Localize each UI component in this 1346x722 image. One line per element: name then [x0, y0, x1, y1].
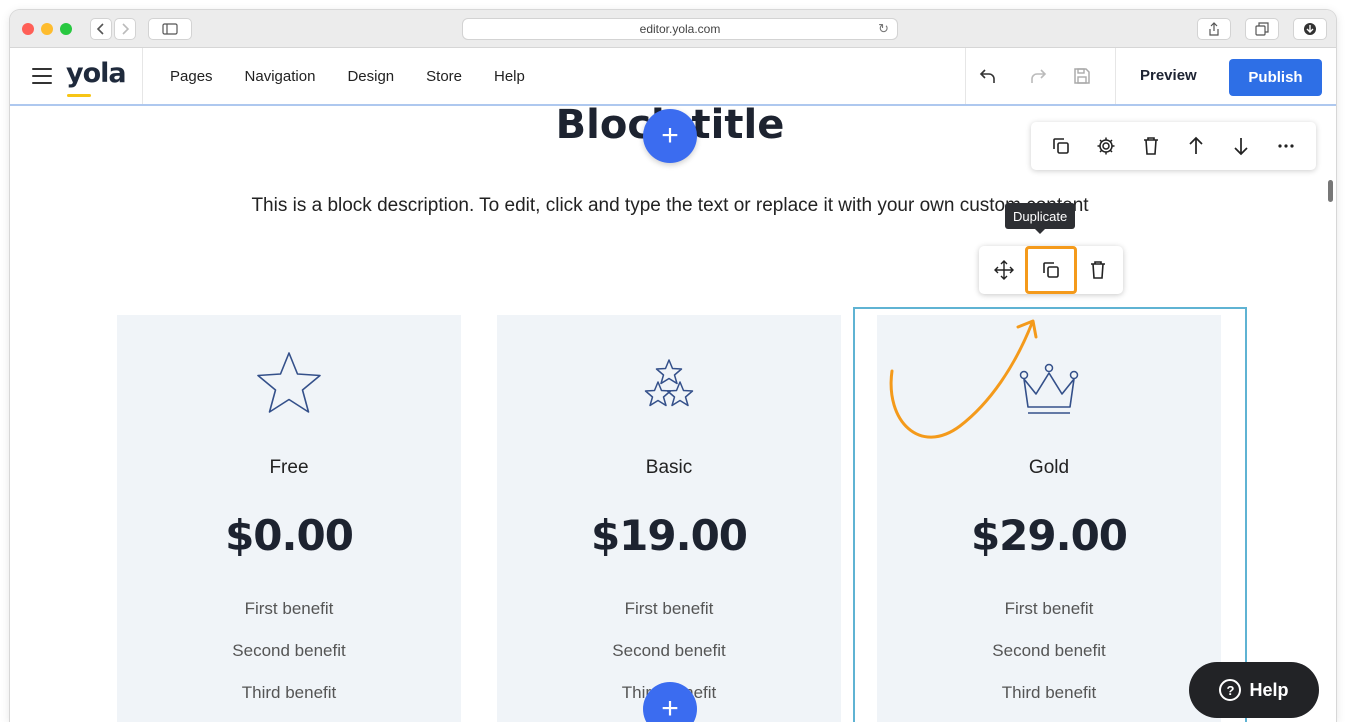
benefit-item: Second benefit: [612, 641, 726, 660]
downloads-button[interactable]: [1293, 18, 1327, 40]
help-label: Help: [1249, 679, 1289, 700]
benefit-item: First benefit: [244, 599, 334, 618]
nav-help[interactable]: Help: [494, 68, 525, 85]
sidebar-toggle-button[interactable]: [148, 18, 192, 40]
gear-icon[interactable]: [1092, 132, 1120, 160]
pricing-card-free[interactable]: Free $0.00 First benefit Second benefit …: [117, 315, 461, 722]
scrollbar[interactable]: [1328, 180, 1333, 202]
pricing-card-basic[interactable]: Basic $19.00 First benefit Second benefi…: [497, 315, 841, 722]
plan-price: $19.00: [590, 511, 748, 560]
editor-canvas: Block title + This is a block descriptio…: [10, 106, 1336, 722]
help-button[interactable]: ? Help: [1189, 662, 1319, 718]
duplicate-icon[interactable]: [1047, 132, 1075, 160]
arrow-up-icon[interactable]: [1182, 132, 1210, 160]
redo-icon: [1031, 69, 1047, 83]
chevron-right-icon: [122, 23, 130, 35]
editor-toolbar: yola Pages Navigation Design Store Help …: [10, 48, 1336, 106]
minimize-window-button[interactable]: [41, 23, 53, 35]
block-toolbar: [1031, 122, 1316, 170]
browser-window: editor.yola.com ↻ yola Pages Navigation …: [10, 10, 1336, 722]
item-toolbar: [979, 246, 1123, 294]
nav-navigation[interactable]: Navigation: [245, 68, 316, 85]
save-button[interactable]: [1070, 64, 1094, 88]
logo-accent: [67, 94, 91, 97]
preview-button[interactable]: Preview: [1140, 67, 1197, 84]
url-text: editor.yola.com: [639, 22, 721, 36]
more-icon[interactable]: [1272, 132, 1300, 160]
star-icon: [117, 349, 461, 419]
forward-button[interactable]: [114, 18, 136, 40]
benefit-item: Second benefit: [232, 641, 346, 660]
question-icon: ?: [1219, 679, 1242, 701]
publish-button[interactable]: Publish: [1229, 59, 1322, 96]
add-block-button[interactable]: +: [643, 109, 697, 163]
main-nav: Pages Navigation Design Store Help: [170, 48, 557, 104]
nav-store[interactable]: Store: [426, 68, 462, 85]
nav-design[interactable]: Design: [347, 68, 394, 85]
divider: [1115, 48, 1116, 104]
divider: [965, 48, 966, 104]
save-icon: [1074, 68, 1090, 84]
menu-icon[interactable]: [32, 68, 52, 84]
share-button[interactable]: [1197, 18, 1231, 40]
nav-pages[interactable]: Pages: [170, 68, 213, 85]
benefit-item: First benefit: [624, 599, 714, 618]
undo-icon: [979, 69, 995, 83]
three-stars-icon: [497, 349, 841, 419]
divider: [142, 48, 143, 104]
undo-button[interactable]: [976, 64, 1000, 88]
trash-icon[interactable]: [1137, 132, 1165, 160]
chevron-left-icon: [96, 23, 104, 35]
duplicate-item-button[interactable]: [1024, 246, 1077, 294]
trash-icon[interactable]: [1078, 250, 1118, 290]
tabs-button[interactable]: [1245, 18, 1279, 40]
block-description[interactable]: This is a block description. To edit, cl…: [225, 186, 1115, 226]
plan-name: Free: [269, 457, 309, 478]
yola-logo: yola: [66, 58, 127, 89]
address-bar[interactable]: editor.yola.com ↻: [462, 18, 898, 40]
plan-name: Basic: [645, 457, 693, 478]
move-icon[interactable]: [984, 250, 1024, 290]
back-button[interactable]: [90, 18, 112, 40]
benefit-item: Third benefit: [241, 683, 337, 702]
plan-price: $0.00: [225, 511, 354, 560]
maximize-window-button[interactable]: [60, 23, 72, 35]
close-window-button[interactable]: [22, 23, 34, 35]
share-icon: [1209, 22, 1219, 36]
duplicate-tooltip: Duplicate: [1005, 203, 1076, 234]
selected-item-outline: [853, 307, 1247, 722]
arrow-down-icon[interactable]: [1227, 132, 1255, 160]
reload-icon[interactable]: ↻: [878, 21, 889, 37]
redo-button[interactable]: [1026, 64, 1050, 88]
tabs-icon: [1255, 22, 1269, 36]
duplicate-icon: [1043, 262, 1059, 278]
sidebar-icon: [162, 23, 178, 35]
browser-toolbar: editor.yola.com ↻: [10, 10, 1336, 48]
download-icon: [1304, 23, 1316, 35]
